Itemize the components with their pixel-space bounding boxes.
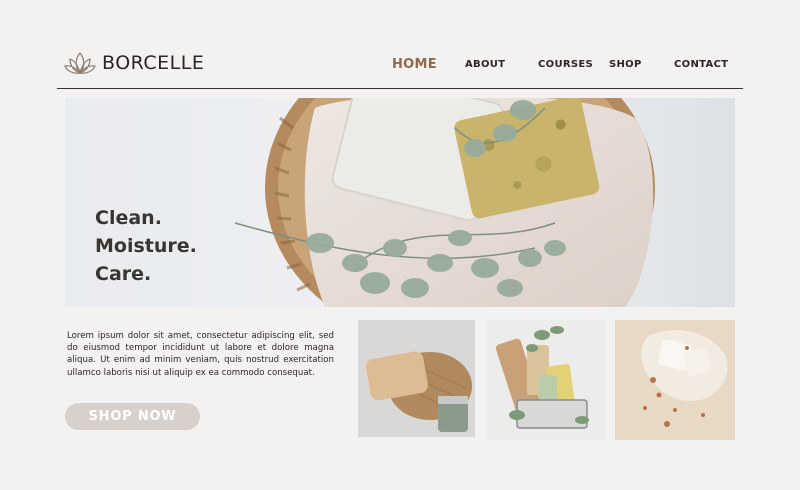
nav-contact[interactable]: CONTACT bbox=[674, 59, 728, 70]
nav-home[interactable]: HOME bbox=[392, 57, 437, 72]
nav-shop[interactable]: SHOP bbox=[609, 59, 642, 70]
site-header: BORCELLE HOME ABOUT COURSES SHOP CONTACT bbox=[57, 40, 743, 89]
product-image-soap-set[interactable] bbox=[487, 320, 605, 440]
hero-tagline: Clean. Moisture. Care. bbox=[95, 204, 197, 288]
hero-line-care: Care. bbox=[95, 263, 152, 285]
brand[interactable]: BORCELLE bbox=[64, 49, 204, 77]
shop-now-button[interactable]: SHOP NOW bbox=[65, 403, 200, 430]
hero-line-clean: Clean. bbox=[95, 207, 162, 229]
soap-bar-photo bbox=[358, 320, 475, 437]
brand-name: BORCELLE bbox=[102, 52, 205, 74]
hero-banner: Clean. Moisture. Care. bbox=[65, 98, 735, 307]
intro-text: Lorem ipsum dolor sit amet, consectetur … bbox=[67, 331, 334, 378]
product-image-soap-bar[interactable] bbox=[358, 320, 475, 437]
lotus-icon bbox=[64, 52, 96, 74]
soap-set-photo bbox=[487, 320, 605, 440]
nav-courses[interactable]: COURSES bbox=[538, 59, 593, 70]
nav-about[interactable]: ABOUT bbox=[465, 59, 505, 70]
product-image-soap-pieces[interactable] bbox=[615, 320, 735, 440]
soap-pieces-photo bbox=[615, 320, 735, 440]
hero-line-moisture: Moisture. bbox=[95, 235, 197, 257]
